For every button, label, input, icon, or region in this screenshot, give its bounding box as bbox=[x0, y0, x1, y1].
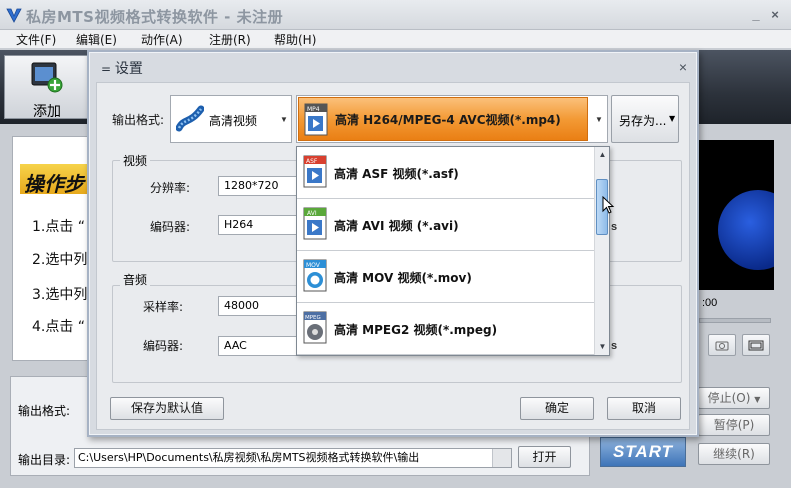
dropdown-scrollbar[interactable]: ▲ ▼ bbox=[594, 147, 609, 355]
menu-help[interactable]: 帮助(H) bbox=[274, 31, 316, 48]
resolution-field[interactable]: 1280*720 bbox=[218, 176, 298, 196]
resume-button[interactable]: 继续(R) bbox=[698, 443, 770, 465]
add-video-icon bbox=[31, 62, 63, 93]
pause-button[interactable]: 暂停(P) bbox=[698, 414, 770, 436]
camera-icon bbox=[715, 341, 729, 351]
mpeg-badge: MPEG bbox=[305, 315, 321, 321]
preset-combo[interactable]: MP4 高清 H264/MPEG-4 AVC视频(*.mp4) ▼ bbox=[296, 95, 608, 143]
output-format-label: 输出格式: bbox=[18, 404, 71, 418]
app-logo-icon bbox=[6, 8, 22, 23]
output-dir-browse[interactable] bbox=[492, 449, 511, 467]
dropdown-item-mov[interactable]: MOV 高清 MOV 视频(*.mov) bbox=[297, 251, 594, 303]
menu-register[interactable]: 注册(R) bbox=[209, 31, 251, 48]
open-button[interactable]: 打开 bbox=[518, 446, 571, 468]
step-4: 4.点击 “ bbox=[32, 319, 86, 335]
dialog-output-format-label: 输出格式: bbox=[112, 113, 165, 127]
dropdown-item-asf[interactable]: ASF 高清 ASF 视频(*.asf) bbox=[297, 147, 594, 199]
step-1: 1.点击 “ bbox=[32, 219, 86, 235]
preset-selected-text: 高清 H264/MPEG-4 AVC视频(*.mp4) bbox=[335, 113, 561, 127]
start-button[interactable]: START bbox=[600, 437, 686, 467]
add-button[interactable]: 添加 bbox=[4, 55, 88, 120]
menu-action[interactable]: 动作(A) bbox=[141, 31, 183, 48]
menu-edit[interactable]: 编辑(E) bbox=[76, 31, 117, 48]
minimize-button[interactable]: _ bbox=[748, 7, 764, 23]
sample-rate-field[interactable]: 48000 bbox=[218, 296, 298, 316]
time-readout: :00 bbox=[702, 297, 718, 309]
dialog-title-text: 设置 bbox=[114, 61, 143, 77]
menu-file[interactable]: 文件(F) bbox=[16, 31, 56, 48]
dropdown-item-mpeg[interactable]: MPEG 高清 MPEG2 视频(*.mpeg) bbox=[297, 303, 594, 355]
video-preview bbox=[698, 140, 774, 290]
scroll-down-icon[interactable]: ▼ bbox=[595, 339, 609, 354]
folder-button[interactable] bbox=[742, 334, 770, 356]
dropdown-item-label: 高清 MPEG2 视频(*.mpeg) bbox=[334, 323, 498, 337]
asf-file-icon: ASF bbox=[303, 155, 327, 188]
sample-rate-label: 采样率: bbox=[143, 300, 184, 314]
folder-icon bbox=[748, 340, 764, 351]
format-category-combo[interactable]: 高清视频 ▼ bbox=[170, 95, 292, 143]
dropdown-item-avi[interactable]: AVI 高清 AVI 视频 (*.avi) bbox=[297, 199, 594, 251]
steps-title: 操作步 bbox=[24, 172, 84, 196]
add-label: 添加 bbox=[33, 104, 61, 120]
mpeg-file-icon: MPEG bbox=[303, 311, 327, 344]
ok-button[interactable]: 确定 bbox=[520, 397, 594, 420]
stop-dropdown-icon: ▼ bbox=[754, 395, 761, 404]
window-title: 私房MTS视频格式转换软件 - 未注册 bbox=[26, 8, 284, 26]
preset-selected: MP4 高清 H264/MPEG-4 AVC视频(*.mp4) bbox=[298, 97, 588, 141]
stop-label: 停止(O) bbox=[707, 391, 751, 405]
audio-unit-text: s bbox=[611, 340, 618, 352]
avi-file-icon: AVI bbox=[303, 207, 327, 240]
avi-badge: AVI bbox=[307, 210, 317, 217]
chevron-down-icon: ▼ bbox=[595, 115, 603, 124]
dropdown-item-label: 高清 ASF 视频(*.asf) bbox=[334, 167, 459, 181]
mp4-badge: MP4 bbox=[307, 106, 320, 113]
audio-codec-label: 编码器: bbox=[143, 339, 184, 353]
video-unit-text: s bbox=[611, 221, 618, 233]
format-category-value: 高清视频 bbox=[209, 114, 258, 128]
chevron-down-icon: ▼ bbox=[280, 115, 288, 124]
resolution-label: 分辨率: bbox=[150, 181, 191, 195]
dialog-title: = 设置 bbox=[101, 58, 143, 78]
output-dir-label: 输出目录: bbox=[18, 453, 71, 467]
mp4-file-icon: MP4 bbox=[304, 103, 328, 136]
close-button[interactable]: × bbox=[767, 7, 783, 23]
save-as-label: 另存为... bbox=[619, 114, 667, 128]
dialog-menu-icon[interactable]: = bbox=[101, 62, 115, 76]
seek-bar[interactable] bbox=[699, 318, 771, 323]
asf-badge: ASF bbox=[306, 158, 318, 165]
scroll-up-icon[interactable]: ▲ bbox=[595, 147, 609, 162]
menu-bar: 文件(F) 编辑(E) 动作(A) 注册(R) 帮助(H) bbox=[0, 30, 791, 48]
save-default-button[interactable]: 保存为默认值 bbox=[110, 397, 224, 420]
video-codec-label: 编码器: bbox=[150, 220, 191, 234]
chevron-down-icon: ▼ bbox=[669, 114, 676, 123]
step-3: 3.选中列 bbox=[32, 287, 88, 303]
save-as-button[interactable]: 另存为... ▼ bbox=[611, 95, 679, 143]
film-strip-icon bbox=[176, 105, 204, 132]
output-dir-input[interactable]: C:\Users\HP\Documents\私房视频\私房MTS视频格式转换软件… bbox=[74, 448, 512, 468]
preset-dropdown-list: ASF 高清 ASF 视频(*.asf) AVI 高清 AVI 视频 (*.av… bbox=[296, 146, 610, 356]
dropdown-item-label: 高清 MOV 视频(*.mov) bbox=[334, 271, 472, 285]
cancel-button[interactable]: 取消 bbox=[607, 397, 681, 420]
stop-button[interactable]: 停止(O) ▼ bbox=[698, 387, 770, 409]
title-bar: 私房MTS视频格式转换软件 - 未注册 _ × bbox=[0, 0, 791, 30]
step-2: 2.选中列 bbox=[32, 252, 88, 268]
dialog-close-button[interactable]: × bbox=[679, 59, 687, 75]
audio-codec-field[interactable]: AAC bbox=[218, 336, 298, 356]
video-group-title: 视频 bbox=[120, 152, 151, 169]
mov-badge: MOV bbox=[306, 262, 321, 269]
mov-file-icon: MOV bbox=[303, 259, 327, 292]
mouse-cursor-icon bbox=[602, 196, 615, 214]
dropdown-item-label: 高清 AVI 视频 (*.avi) bbox=[334, 219, 459, 233]
video-codec-field[interactable]: H264 bbox=[218, 215, 298, 235]
snapshot-button[interactable] bbox=[708, 334, 736, 356]
audio-group-title: 音频 bbox=[120, 271, 151, 288]
preview-image bbox=[718, 190, 774, 270]
